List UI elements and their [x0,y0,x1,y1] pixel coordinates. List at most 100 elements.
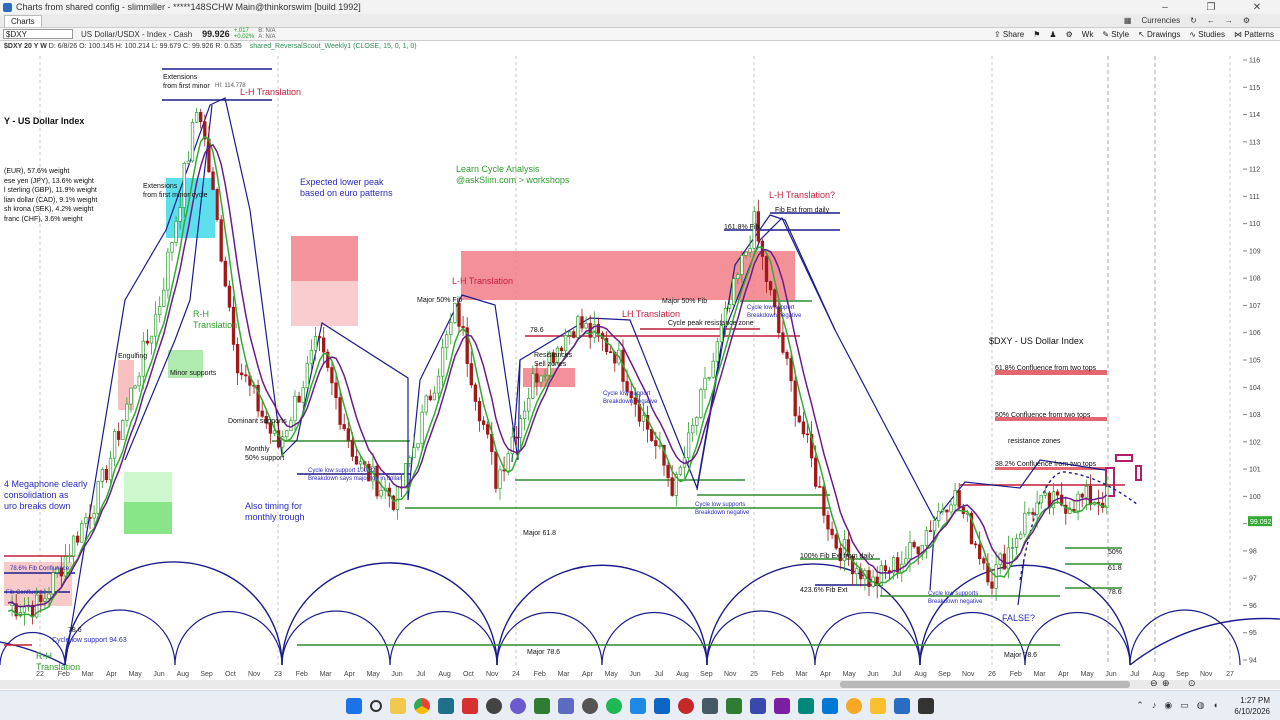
display-icon[interactable]: ▭ [1180,700,1189,711]
vscode-icon[interactable] [822,697,838,714]
timeframe-button[interactable]: Wk [1082,30,1094,39]
app-icon-5[interactable] [534,697,550,714]
x-tick-label: Feb [58,671,70,678]
candle-body [691,424,695,434]
grid-icon[interactable]: ▦ [1124,16,1132,25]
tab-charts[interactable]: Charts [4,14,42,27]
app-icon-13[interactable] [750,697,766,714]
volume-icon[interactable]: ♪ [1152,700,1157,711]
candle-body [244,374,248,377]
zoom-out-icon[interactable]: ⊖ [1150,678,1158,689]
currencies-link[interactable]: Currencies [1141,16,1180,25]
app-icon-12[interactable] [726,697,742,714]
candle-body [789,358,793,382]
candle-body [568,331,572,336]
thinkorswim-taskbar-icon[interactable] [894,697,910,714]
app-icon-4[interactable] [510,697,526,714]
candle-body [912,542,916,548]
gear-icon[interactable]: ⚙ [1066,30,1073,39]
file-explorer-icon[interactable] [390,697,406,714]
chart-annotation-line: 50% support [245,455,284,462]
candle-body [96,481,100,514]
x-tick-label: Sep [700,671,713,678]
zoom-in-icon[interactable]: ⊕ [1162,678,1170,689]
candle-body [305,363,309,389]
chevron-up-icon[interactable]: ⌃ [1136,700,1144,711]
y-tick-label: 112 [1249,167,1260,174]
candle-body [727,304,732,309]
candle-body [1027,512,1031,514]
app-icon-10[interactable] [678,697,694,714]
back-icon[interactable]: ← [1207,16,1215,25]
settings-icon[interactable]: ⚙ [1243,16,1250,25]
app-icon-8[interactable] [630,697,646,714]
app-icon-18[interactable] [918,697,934,714]
app-icon-16[interactable] [846,697,862,714]
candle-body [182,163,186,208]
chart-annotation-line: Cycle low support [603,391,651,397]
chart-annotation: 38.2% Confluence from two tops [995,461,1097,468]
bell-icon[interactable]: ♟ [1049,30,1056,39]
candle-body [338,397,342,425]
windows-start-icon[interactable] [346,697,362,714]
chart-annotation: 423.6% Fib Ext [800,587,848,594]
maximize-button[interactable]: ❐ [1188,2,1234,13]
y-tick-label: 94 [1249,658,1257,665]
minimize-button[interactable]: – [1142,2,1188,13]
candle-body [293,395,297,422]
chart-annotation-line: ese yen (JPY), 13.6% weight [4,178,94,185]
speaker-icon[interactable]: ◖ [1213,700,1218,711]
clock[interactable]: 1:27 PM 6/10/2026 [1234,695,1270,717]
candle-body [1035,502,1039,515]
style-button[interactable]: ✎ Style [1102,30,1129,39]
forward-icon[interactable]: → [1225,16,1233,25]
chart-annotation: $DXY - US Dollar Index [989,336,1084,346]
chrome-icon[interactable] [414,697,430,714]
candle-body [740,255,744,275]
x-tick-label: 24 [512,671,520,678]
close-button[interactable]: ✕ [1234,2,1280,13]
spotify-icon[interactable] [606,697,622,714]
candle-body [104,469,109,481]
share-button[interactable]: ⇪ Share [994,30,1024,39]
candle-body [469,363,473,386]
app-icon-7[interactable] [582,697,598,714]
symbol-input[interactable]: $DXY [3,29,73,39]
network-icon[interactable]: ◍ [1197,700,1205,711]
candle-body [112,431,117,459]
x-tick-label: Feb [534,671,546,678]
reset-view-icon[interactable]: ⊙ [1188,678,1196,689]
chart-annotation: Major 78.6 [1004,652,1037,659]
candle-body [580,316,584,329]
scroll-thumb[interactable] [840,681,1130,688]
flag-icon[interactable]: ⚑ [1033,30,1040,39]
horizontal-scrollbar[interactable]: ⊖ ⊕ ⊙ [0,678,1280,689]
search-icon[interactable] [370,699,382,712]
candle-body [670,477,674,496]
candle-body [695,417,699,426]
candle-body [285,430,289,437]
mic-icon[interactable]: ◉ [1164,700,1172,711]
app-icon-15[interactable] [798,697,814,714]
studies-button[interactable]: ∿ Studies [1189,30,1225,39]
patterns-button[interactable]: ⋈ Patterns [1234,30,1274,39]
price-chart[interactable]: Extensions from first minor HI: 114.778L-H… [0,52,1280,680]
app-icon-3[interactable] [486,697,502,714]
chart-annotation-line: Breakdown negative [928,599,983,605]
drawings-button[interactable]: ↖ Drawings [1138,30,1180,39]
app-icon-9[interactable] [654,697,670,714]
app-icon-11[interactable] [702,697,718,714]
app-icon-6[interactable] [558,697,574,714]
chart-annotation-line: Also timing for [245,501,302,511]
chart-header: $DXY 20 Y W [4,43,47,50]
app-icon-14[interactable] [774,697,790,714]
refresh-icon[interactable]: ↻ [1190,16,1197,25]
candle-body [121,420,125,440]
candle-body [199,112,203,123]
chart-annotation-line: (EUR), 57.6% weight [4,168,69,175]
app-icon-1[interactable] [438,697,454,714]
candle-body [945,509,949,513]
candle-body [678,466,683,475]
app-icon-2[interactable] [462,697,478,714]
app-icon-17[interactable] [870,697,886,714]
